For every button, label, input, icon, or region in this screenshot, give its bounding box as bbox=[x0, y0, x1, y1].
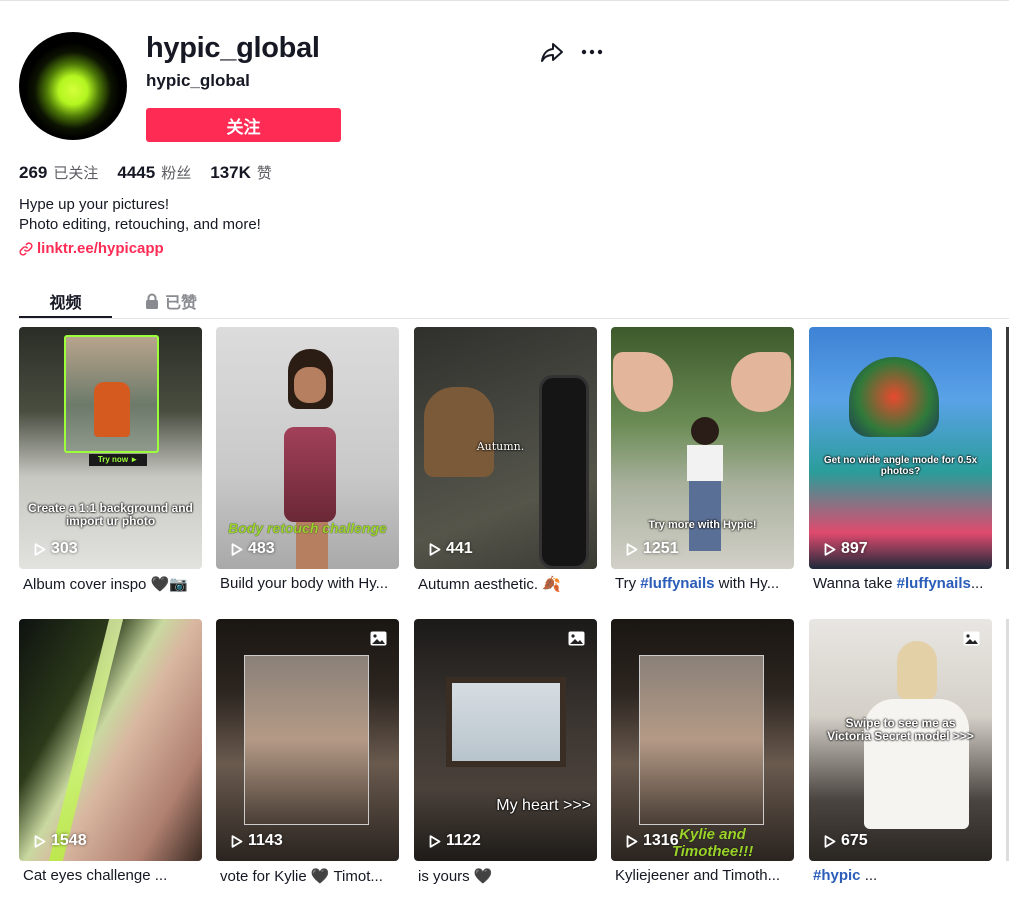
view-count: 1316 bbox=[626, 832, 679, 850]
caption-hashtag[interactable]: #luffynails bbox=[897, 575, 971, 592]
profile-tabs: 视频 已赞 bbox=[19, 284, 1009, 319]
play-icon bbox=[626, 834, 638, 848]
photo-icon bbox=[568, 631, 585, 646]
caption-text: ... bbox=[970, 575, 984, 592]
stat-likes: 137K 赞 bbox=[210, 162, 272, 183]
video-caption[interactable]: Build your body with Hy... bbox=[220, 575, 398, 592]
video-thumbnail[interactable]: Try more with Hypic! 1251 bbox=[611, 327, 794, 569]
bio-line: Photo editing, retouching, and more! bbox=[19, 216, 261, 233]
more-icon[interactable] bbox=[580, 40, 604, 64]
photo-icon bbox=[963, 631, 980, 646]
video-overlay-text: Body retouch challenge bbox=[228, 520, 387, 536]
photo-icon bbox=[370, 631, 387, 646]
video-overlay-text: Create a 1:1 background and import ur ph… bbox=[28, 501, 193, 529]
caption-hashtag[interactable]: #luffynails bbox=[640, 575, 714, 592]
view-count-value: 303 bbox=[51, 540, 78, 557]
view-count-value: 675 bbox=[841, 832, 868, 849]
video-thumbnail[interactable]: My heart >>> 1122 bbox=[414, 619, 597, 861]
play-icon bbox=[626, 542, 638, 556]
view-count-value: 483 bbox=[248, 540, 275, 557]
stat-label: 已关注 bbox=[53, 164, 99, 182]
play-icon bbox=[231, 542, 243, 556]
tab-label: 已赞 bbox=[164, 293, 197, 312]
bio-line: Hype up your pictures! bbox=[19, 196, 170, 213]
view-count-value: 1143 bbox=[248, 832, 283, 849]
play-icon bbox=[34, 542, 46, 556]
video-thumbnail[interactable]: 1548 bbox=[19, 619, 202, 861]
play-icon bbox=[34, 834, 46, 848]
link-text: linktr.ee/hypicapp bbox=[37, 240, 164, 257]
video-caption[interactable]: vote for Kylie 🖤 Timot... bbox=[220, 867, 398, 885]
stat-following[interactable]: 269 已关注 bbox=[19, 162, 98, 183]
view-count: 303 bbox=[34, 540, 78, 558]
tab-liked[interactable]: 已赞 bbox=[141, 284, 201, 318]
video-caption[interactable]: Wanna take #luffynails... bbox=[813, 575, 991, 592]
video-overlay-text: Autumn. bbox=[476, 440, 525, 453]
play-icon bbox=[429, 542, 441, 556]
video-overlay-text: Try more with Hypic! bbox=[648, 519, 757, 531]
view-count: 1122 bbox=[429, 832, 481, 850]
try-now-label: Try now ► bbox=[89, 454, 147, 466]
play-icon bbox=[824, 834, 836, 848]
video-thumbnail[interactable]: Kylie and Timothee!!! 1316 bbox=[611, 619, 794, 861]
video-thumbnail[interactable]: 1143 bbox=[216, 619, 399, 861]
stat-followers[interactable]: 4445 粉丝 bbox=[117, 162, 191, 183]
play-icon bbox=[429, 834, 441, 848]
view-count-value: 1251 bbox=[643, 540, 679, 557]
video-thumbnail[interactable]: Body retouch challenge 483 bbox=[216, 327, 399, 569]
play-icon bbox=[824, 542, 836, 556]
stat-label: 粉丝 bbox=[161, 164, 192, 182]
avatar[interactable] bbox=[19, 32, 127, 140]
top-divider bbox=[0, 0, 1009, 1]
view-count: 897 bbox=[824, 540, 868, 558]
caption-text: ... bbox=[860, 867, 878, 884]
caption-hashtag[interactable]: #hypic bbox=[813, 867, 861, 884]
view-count-value: 1122 bbox=[446, 832, 481, 849]
video-caption[interactable]: Kyliejeener and Timoth... bbox=[615, 867, 793, 884]
video-thumbnail[interactable]: Autumn. 441 bbox=[414, 327, 597, 569]
play-icon bbox=[231, 834, 243, 848]
follow-button[interactable]: 关注 bbox=[146, 108, 341, 142]
view-count: 441 bbox=[429, 540, 473, 558]
link-icon bbox=[19, 241, 33, 256]
video-caption[interactable]: #hypic ... bbox=[813, 867, 991, 884]
view-count: 1143 bbox=[231, 832, 283, 850]
stat-value: 4445 bbox=[117, 163, 156, 182]
profile-bio: Hype up your pictures! Photo editing, re… bbox=[19, 195, 261, 235]
view-count: 483 bbox=[231, 540, 275, 558]
profile-subtitle: hypic_global bbox=[146, 71, 250, 90]
video-thumbnail[interactable]: Get no wide angle mode for 0.5x photos? … bbox=[809, 327, 992, 569]
view-count-value: 1548 bbox=[51, 832, 87, 849]
video-caption[interactable]: Album cover inspo 🖤📷 bbox=[23, 575, 201, 593]
lock-icon bbox=[145, 293, 158, 309]
view-count-value: 1316 bbox=[643, 832, 679, 849]
video-thumbnail[interactable]: Try now ► Create a 1:1 background and im… bbox=[19, 327, 202, 569]
view-count-value: 897 bbox=[841, 540, 868, 557]
view-count-value: 441 bbox=[446, 540, 473, 557]
view-count: 675 bbox=[824, 832, 868, 850]
stat-label: 赞 bbox=[256, 164, 272, 182]
caption-text: with Hy... bbox=[714, 575, 780, 592]
profile-title: hypic_global bbox=[146, 32, 320, 64]
view-count: 1548 bbox=[34, 832, 87, 850]
video-caption[interactable]: Try #luffynails with Hy... bbox=[615, 575, 793, 592]
tab-active-indicator bbox=[19, 316, 112, 318]
caption-text: Wanna take bbox=[813, 575, 897, 592]
tab-videos[interactable]: 视频 bbox=[19, 284, 112, 318]
video-overlay-text: My heart >>> bbox=[496, 797, 591, 814]
stat-value: 269 bbox=[19, 163, 48, 182]
video-overlay-text: Swipe to see me as Victoria Secret model… bbox=[827, 716, 974, 744]
video-caption[interactable]: Cat eyes challenge ... bbox=[23, 867, 201, 884]
share-icon[interactable] bbox=[540, 40, 564, 64]
video-caption[interactable]: is yours 🖤 bbox=[418, 867, 596, 885]
tab-label: 视频 bbox=[49, 293, 82, 312]
profile-link[interactable]: linktr.ee/hypicapp bbox=[19, 240, 164, 257]
profile-stats: 269 已关注 4445 粉丝 137K 赞 bbox=[19, 162, 291, 183]
view-count: 1251 bbox=[626, 540, 679, 558]
caption-text: Try bbox=[615, 575, 641, 592]
video-overlay-text: Get no wide angle mode for 0.5x photos? bbox=[823, 455, 978, 477]
stat-value: 137K bbox=[210, 163, 251, 182]
video-thumbnail[interactable]: Swipe to see me as Victoria Secret model… bbox=[809, 619, 992, 861]
video-caption[interactable]: Autumn aesthetic. 🍂 bbox=[418, 575, 596, 593]
